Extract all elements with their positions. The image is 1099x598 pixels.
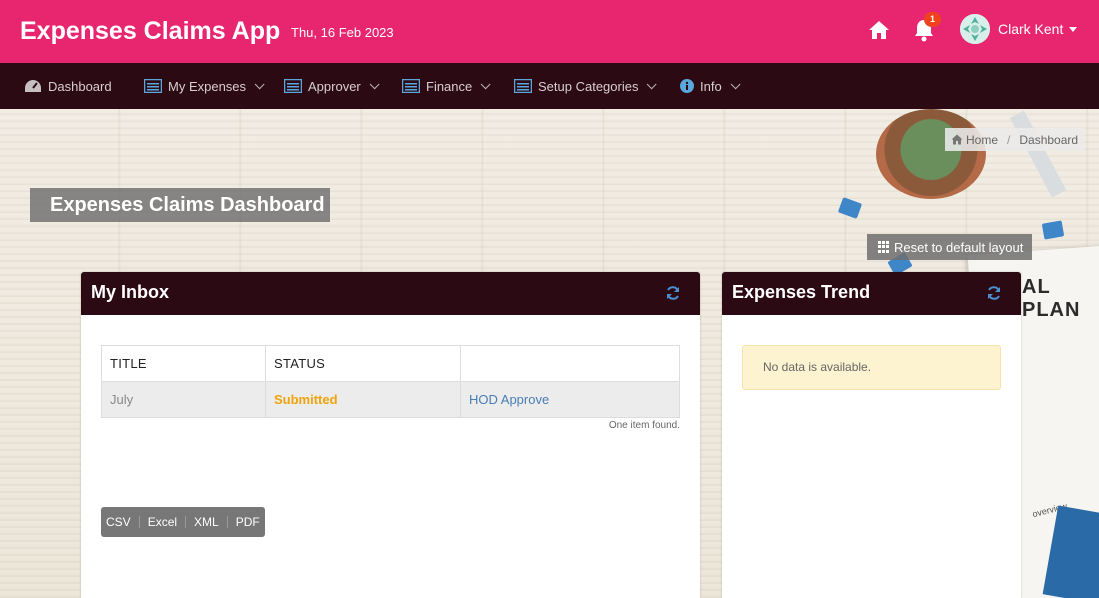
chevron-down-icon (369, 78, 380, 89)
nav-item-approver[interactable]: Approver (284, 63, 380, 109)
no-data-alert: No data is available. (742, 345, 1001, 390)
row-status: Submitted (265, 381, 461, 418)
nav-item-info[interactable]: Info (680, 63, 741, 109)
nav-label: Dashboard (48, 78, 112, 94)
export-csv-button[interactable]: CSV (106, 515, 131, 529)
chevron-down-icon (1069, 26, 1078, 32)
info-icon (680, 79, 694, 93)
list-icon (284, 79, 302, 93)
user-menu[interactable]: Clark Kent (960, 14, 1078, 44)
inbox-panel-header: My Inbox (81, 272, 700, 315)
reset-layout-label: Reset to default layout (894, 239, 1024, 255)
nav-label: Setup Categories (538, 78, 639, 94)
home-icon (951, 134, 963, 145)
inbox-panel-title: My Inbox (91, 282, 170, 302)
nav-item-dashboard[interactable]: Dashboard (24, 63, 112, 109)
results-summary: One item found. (608, 420, 680, 431)
column-header-status[interactable]: STATUS (265, 345, 461, 382)
nav-label: Approver (308, 78, 361, 94)
chevron-down-icon (647, 78, 658, 89)
export-pdf-button[interactable]: PDF (236, 515, 260, 529)
breadcrumb-current: Dashboard (1019, 132, 1079, 147)
breadcrumb-separator: / (1007, 132, 1011, 147)
current-date: Thu, 16 Feb 2023 (291, 25, 394, 40)
refresh-icon[interactable] (665, 285, 681, 301)
page-title: Expenses Claims Dashboard (30, 188, 330, 222)
nav-item-my-expenses[interactable]: My Expenses (144, 63, 265, 109)
expenses-trend-panel: Expenses Trend No data is available. (722, 272, 1021, 598)
divider (138, 516, 140, 528)
dashboard-icon (25, 80, 41, 92)
inbox-panel: My Inbox TITLE STATUS July Submitted HOD… (81, 272, 700, 598)
row-action-cell: HOD Approve (460, 381, 680, 418)
breadcrumb-home-link[interactable]: Home (951, 133, 998, 147)
list-icon (514, 79, 532, 93)
inbox-table: TITLE STATUS July Submitted HOD Approve (101, 345, 680, 418)
export-toolbar: CSV Excel XML PDF (101, 507, 265, 537)
nav-item-setup-categories[interactable]: Setup Categories (514, 63, 658, 109)
nav-label: Finance (426, 78, 473, 94)
trend-panel-header: Expenses Trend (722, 272, 1021, 315)
row-title: July (101, 381, 266, 418)
chevron-down-icon (480, 78, 491, 89)
background-binder-clip (1041, 220, 1065, 240)
grid-icon (878, 241, 891, 253)
main-nav: Dashboard My Expenses Approver Finance S… (0, 63, 1099, 109)
table-header-row: TITLE STATUS (101, 345, 680, 382)
table-row: July Submitted HOD Approve (101, 381, 680, 418)
export-excel-button[interactable]: Excel (148, 515, 177, 529)
hod-approve-link[interactable]: HOD Approve (469, 392, 549, 407)
divider (185, 516, 187, 528)
breadcrumb: Home / Dashboard (945, 128, 1085, 151)
column-header-title[interactable]: TITLE (101, 345, 266, 382)
trend-panel-title: Expenses Trend (732, 282, 871, 302)
column-header-action (460, 345, 680, 382)
breadcrumb-home-label: Home (966, 132, 999, 147)
user-name: Clark Kent (998, 21, 1064, 37)
divider (226, 516, 228, 528)
nav-label: Info (700, 78, 722, 94)
home-icon[interactable] (868, 20, 890, 40)
background-paper-text: AL PLAN (1022, 276, 1081, 321)
nav-item-finance[interactable]: Finance (402, 63, 491, 109)
reset-layout-button[interactable]: Reset to default layout (867, 234, 1032, 260)
chevron-down-icon (254, 78, 265, 89)
chevron-down-icon (730, 78, 741, 89)
refresh-icon[interactable] (986, 285, 1002, 301)
list-icon (144, 79, 162, 93)
background-cactus-pot (876, 109, 986, 199)
export-xml-button[interactable]: XML (194, 515, 219, 529)
avatar (960, 14, 990, 44)
app-title[interactable]: Expenses Claims App (20, 17, 280, 46)
list-icon (402, 79, 420, 93)
nav-label: My Expenses (168, 78, 247, 94)
top-header: Expenses Claims App Thu, 16 Feb 2023 1 C… (0, 0, 1099, 63)
notification-count-badge: 1 (924, 12, 941, 27)
